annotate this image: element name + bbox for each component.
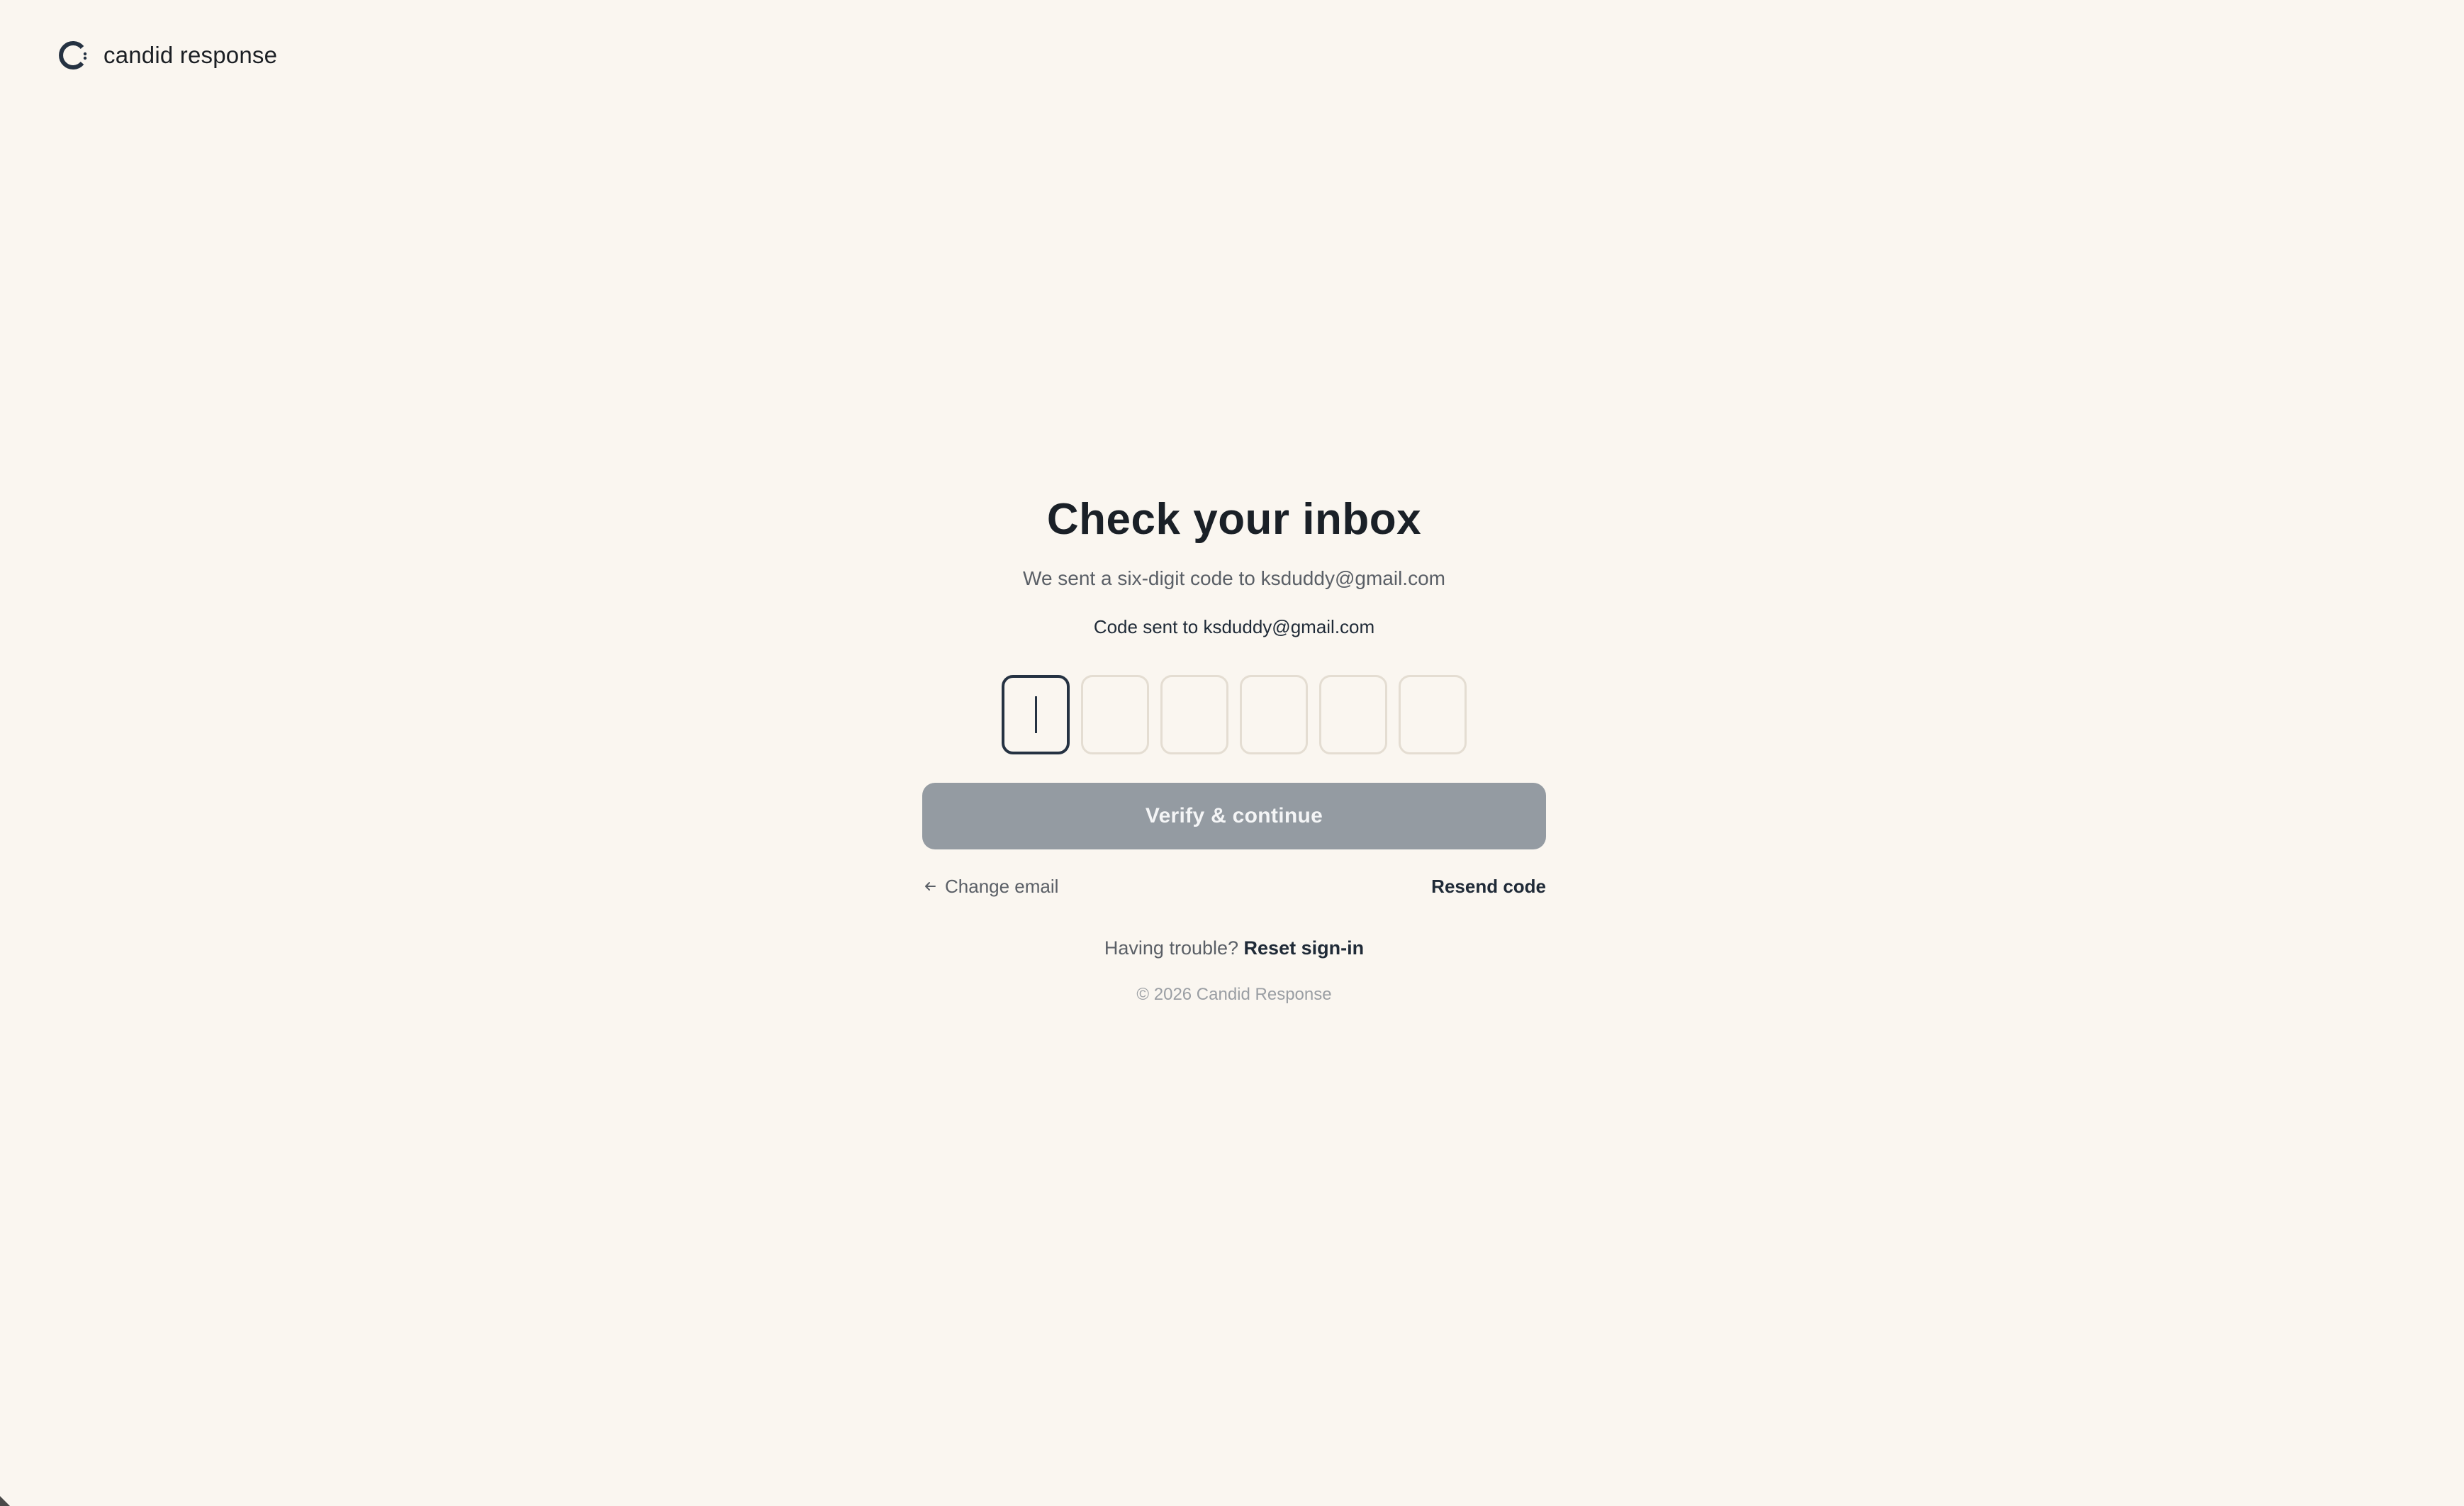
otp-digit-4[interactable]	[1240, 675, 1308, 754]
secondary-actions: Change email Resend code	[922, 874, 1546, 899]
otp-digit-6[interactable]	[1399, 675, 1467, 754]
arrow-left-icon	[925, 882, 936, 891]
otp-digit-5[interactable]	[1319, 675, 1387, 754]
otp-digit-3[interactable]	[1160, 675, 1228, 754]
trouble-prefix: Having trouble?	[1104, 937, 1239, 959]
reset-sign-in-link[interactable]: Reset sign-in	[1244, 937, 1365, 959]
verification-card: Check your inbox We sent a six-digit cod…	[922, 489, 1546, 1007]
window-corner	[0, 1496, 10, 1506]
subtitle: We sent a six-digit code to ksduddy@gmai…	[1023, 567, 1445, 589]
page-title: Check your inbox	[1046, 495, 1422, 544]
brand[interactable]: candid response	[55, 38, 277, 72]
brand-name: candid response	[103, 42, 278, 68]
otp-digit-1-wrapper	[1002, 675, 1070, 754]
otp-digit-2[interactable]	[1081, 675, 1149, 754]
circular-c-logo-icon	[59, 41, 87, 69]
resend-code-link[interactable]: Resend code	[1431, 876, 1546, 898]
trouble-help: Having trouble? Reset sign-in	[922, 935, 1546, 961]
verify-continue-button[interactable]: Verify & continue	[922, 783, 1546, 849]
otp-input-group	[922, 675, 1546, 754]
change-email-label: Change email	[945, 875, 1059, 897]
text-caret	[1035, 696, 1037, 733]
code-sent-note: Code sent to ksduddy@gmail.com	[1093, 616, 1375, 637]
change-email-link[interactable]: Change email	[922, 876, 1058, 898]
copyright-footer: © 2026 Candid Response	[1136, 985, 1332, 1004]
